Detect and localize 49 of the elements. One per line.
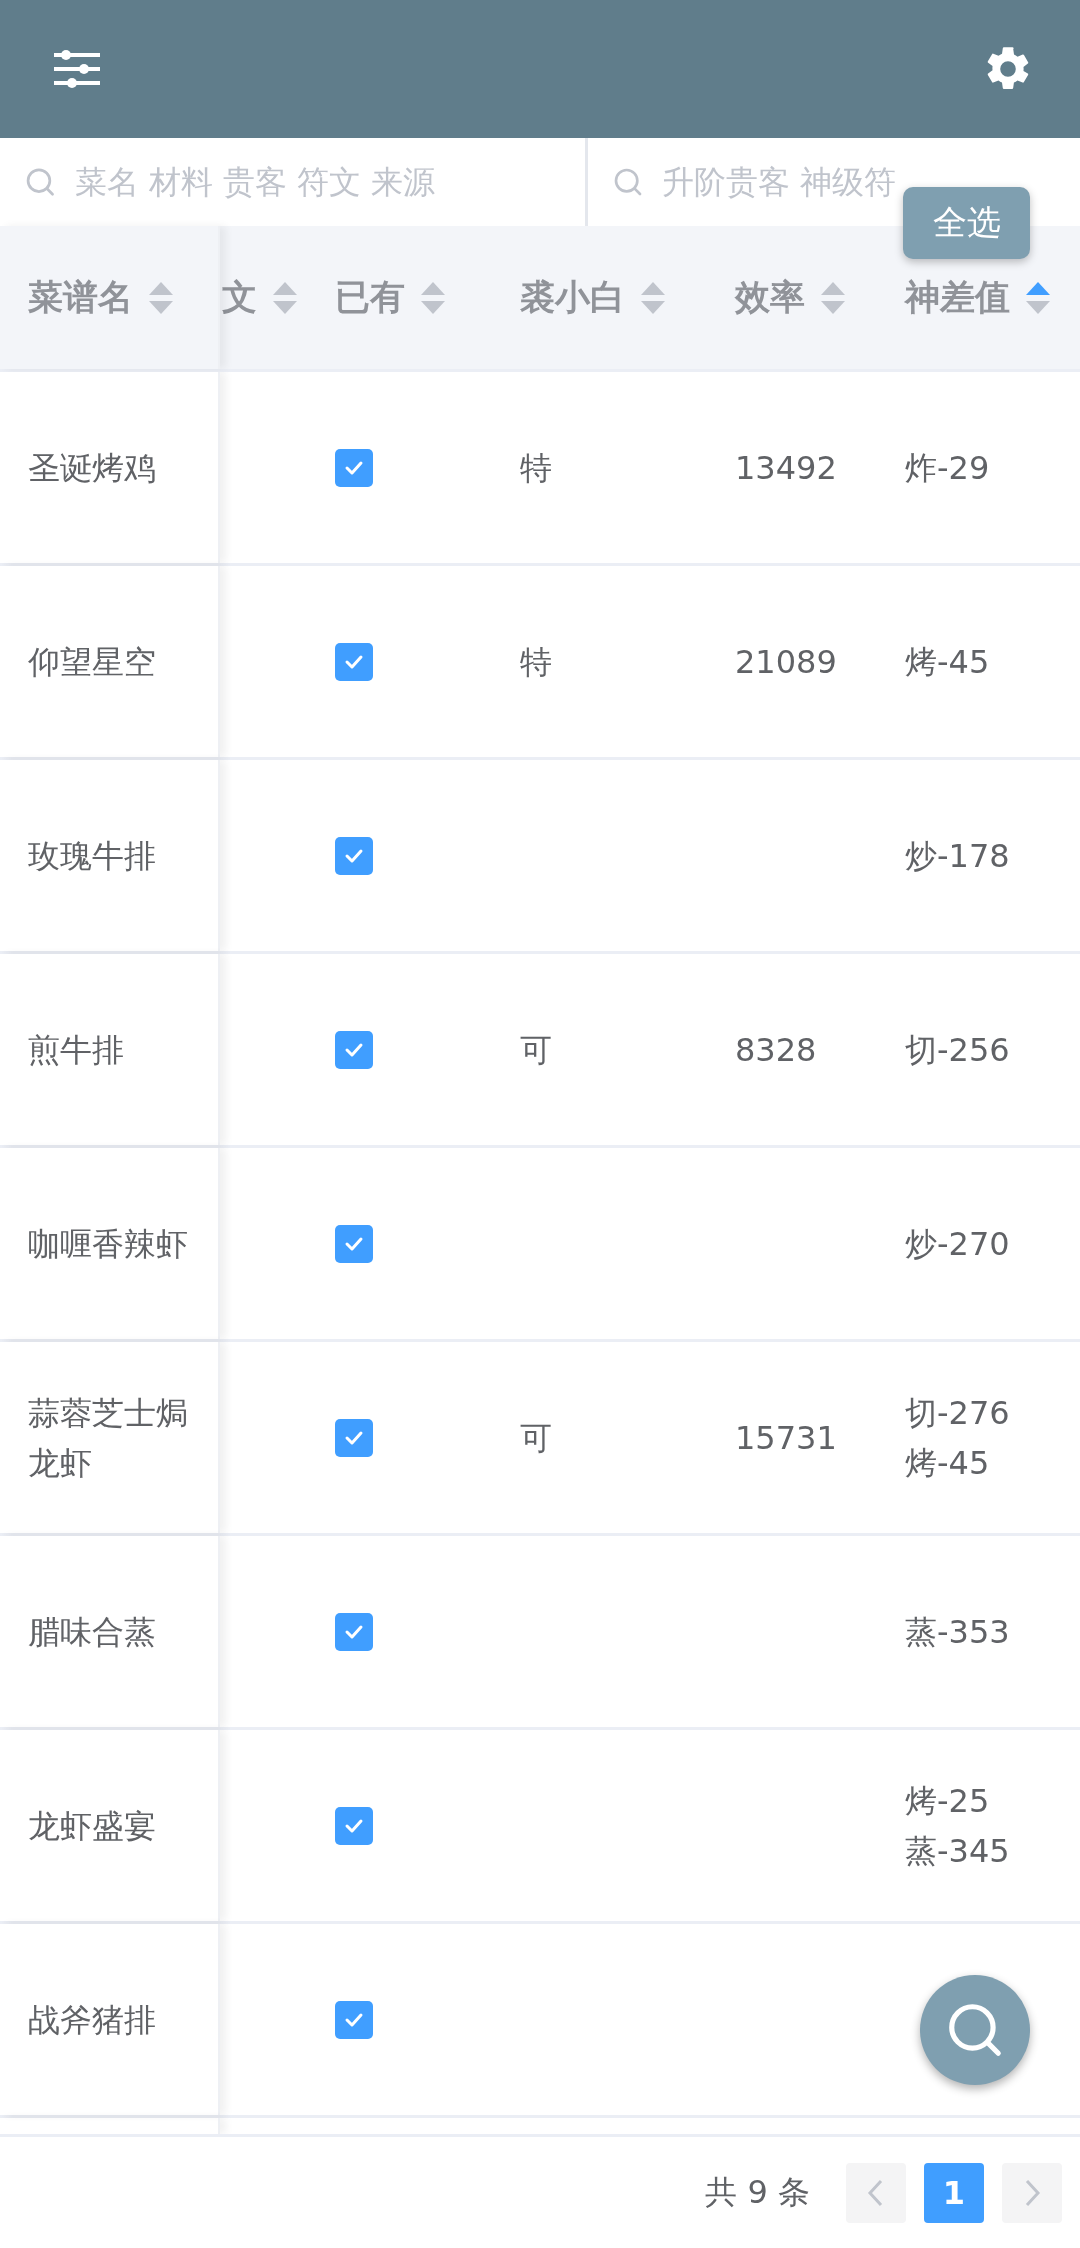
- next-page-button[interactable]: [1002, 2162, 1062, 2223]
- table-cell-text: 切-256: [905, 1029, 1010, 1071]
- table-cell-text: 蒸-353: [905, 1611, 1010, 1653]
- select-all-button[interactable]: 全选: [903, 187, 1030, 259]
- recipe-name: 腊味合蒸: [28, 1611, 157, 1653]
- sliders-icon[interactable]: [54, 49, 100, 89]
- table-cell-text: 炒-270: [905, 1223, 1010, 1265]
- table-cell-text: 8328: [735, 1029, 817, 1071]
- checkbox[interactable]: [335, 642, 373, 681]
- table-cell-text: 炒-178: [905, 835, 1010, 877]
- search-field[interactable]: 菜名 材料 贵客 符文 来源: [72, 162, 585, 202]
- recipe-name: 仰望星空: [28, 641, 157, 683]
- table-cell-text: 烤-25: [905, 1780, 991, 1822]
- checkbox[interactable]: [335, 1418, 373, 1457]
- recipe-name: 龙虾盛宴: [28, 1805, 157, 1847]
- column-header: 效率: [735, 276, 805, 319]
- table-cell-text: 特: [520, 447, 552, 489]
- page-button[interactable]: 1: [924, 2162, 984, 2223]
- column-header: 神差值: [905, 276, 1010, 319]
- table-cell-text: 13492: [735, 447, 837, 489]
- recipe-name: 煎牛排: [28, 1029, 125, 1071]
- checkbox[interactable]: [335, 448, 373, 487]
- checkbox[interactable]: [335, 1224, 373, 1263]
- checkbox[interactable]: [335, 1806, 373, 1845]
- table-cell-text: 15731: [735, 1417, 837, 1459]
- checkbox[interactable]: [335, 2000, 373, 2039]
- table-cell-text: 蒸-345: [905, 1830, 1010, 1872]
- checkbox[interactable]: [335, 836, 373, 875]
- table-cell-text: 可: [520, 1029, 552, 1071]
- total-count: 共 9 条: [705, 2171, 810, 2213]
- table-cell-text: 可: [520, 1417, 552, 1459]
- table-cell-text: 特: [520, 641, 552, 683]
- table-cell-text: 炸-29: [905, 447, 990, 489]
- recipe-name: 咖喱香辣虾: [28, 1223, 189, 1265]
- checkbox[interactable]: [335, 1612, 373, 1651]
- column-header: 菜谱名: [28, 276, 133, 319]
- table-cell-text: 烤-45: [905, 1442, 991, 1484]
- column-header: 文: [222, 276, 257, 319]
- checkbox[interactable]: [335, 1030, 373, 1069]
- previous-page-button[interactable]: [846, 2162, 906, 2223]
- recipe-name: 圣诞烤鸡: [28, 447, 157, 489]
- recipe-name: 蒜蓉芝士焗龙虾: [28, 1392, 189, 1484]
- table-cell-text: 烤-45: [905, 641, 990, 683]
- recipe-name: 战斧猪排: [28, 1999, 157, 2041]
- column-header: 裘小白: [520, 276, 625, 319]
- recipe-name: 玫瑰牛排: [28, 835, 157, 877]
- table-cell-text: 21089: [735, 641, 837, 683]
- column-header: 已有: [335, 276, 405, 319]
- table-cell-text: 切-276: [905, 1392, 1010, 1434]
